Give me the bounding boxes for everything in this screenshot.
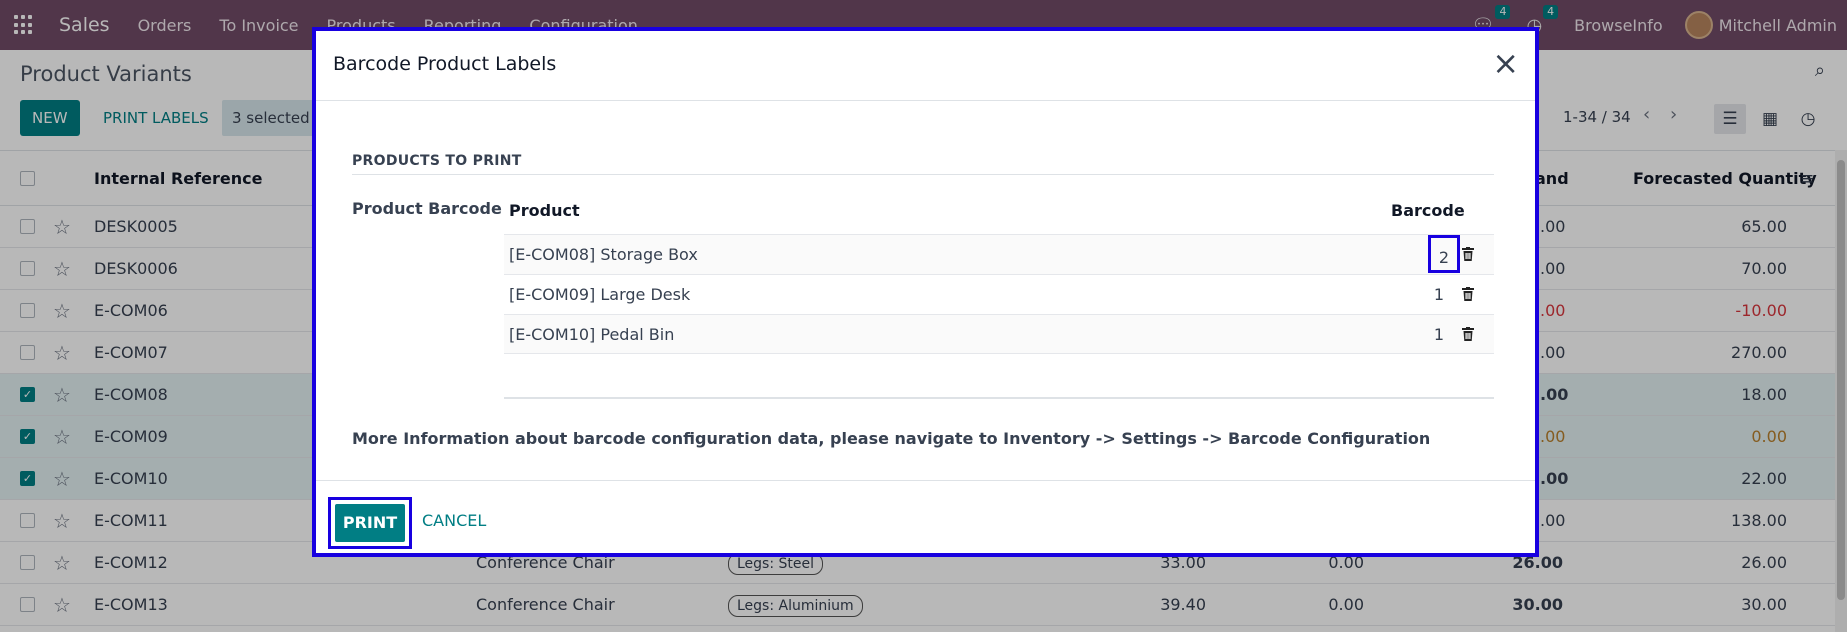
trash-icon[interactable]: [1462, 247, 1474, 261]
print-button[interactable]: PRINT: [335, 504, 405, 542]
product-barcode-label: Product Barcode: [352, 199, 502, 218]
line-product[interactable]: [E-COM10] Pedal Bin: [509, 315, 674, 355]
barcode-labels-dialog: Barcode Product Labels × PRODUCTS TO PRI…: [312, 27, 1539, 557]
dialog-header: Barcode Product Labels ×: [316, 31, 1535, 101]
line-quantity[interactable]: 1: [1434, 275, 1444, 315]
table-row[interactable]: [E-COM08] Storage Box 2: [504, 234, 1494, 274]
cancel-button[interactable]: CANCEL: [422, 511, 486, 530]
line-quantity[interactable]: 1: [1434, 315, 1444, 355]
dialog-footer-divider: [316, 480, 1535, 481]
trash-icon[interactable]: [1462, 287, 1474, 301]
section-divider: [352, 174, 1494, 175]
table-row[interactable]: [E-COM10] Pedal Bin 1: [504, 314, 1494, 354]
dialog-title: Barcode Product Labels: [333, 53, 557, 75]
line-quantity[interactable]: 2: [1428, 235, 1460, 273]
barcode-config-info: More Information about barcode configura…: [352, 429, 1431, 448]
col-barcode[interactable]: Barcode: [1391, 201, 1465, 220]
table-row[interactable]: [E-COM09] Large Desk 1: [504, 274, 1494, 314]
line-product[interactable]: [E-COM08] Storage Box: [509, 235, 698, 275]
close-icon[interactable]: ×: [1492, 43, 1519, 83]
print-button-frame: PRINT: [328, 497, 412, 549]
trash-icon[interactable]: [1462, 327, 1474, 341]
line-product[interactable]: [E-COM09] Large Desk: [509, 275, 690, 315]
col-product[interactable]: Product: [509, 201, 580, 220]
table-footer-divider: [504, 397, 1494, 399]
section-title: PRODUCTS TO PRINT: [352, 153, 522, 169]
